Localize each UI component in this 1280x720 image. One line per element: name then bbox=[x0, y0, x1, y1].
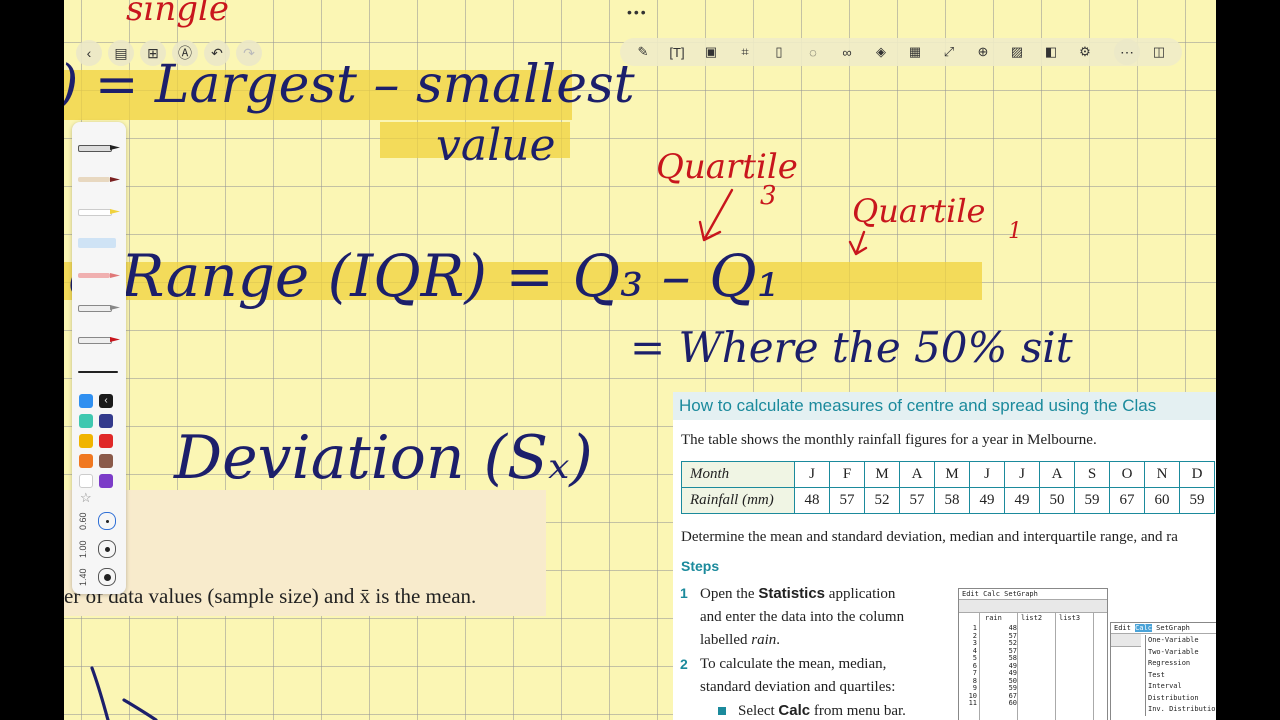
split-view-icon[interactable]: ◧ bbox=[1036, 39, 1066, 65]
table-row: Month J F M A M J J A S O N D bbox=[681, 461, 1215, 488]
expand-icon[interactable]: ⤢ bbox=[934, 39, 964, 65]
layers-icon[interactable]: ◈ bbox=[866, 39, 896, 65]
calc-menu-item[interactable]: Distribution bbox=[1148, 693, 1216, 705]
arrow-q3 bbox=[698, 188, 734, 242]
book-intro: The table shows the monthly rainfall fig… bbox=[681, 432, 1097, 448]
pen-tool-icon[interactable]: ✎ bbox=[628, 39, 658, 65]
texture-pen-icon[interactable] bbox=[78, 232, 118, 254]
calc-menu-item[interactable]: Inv. Distribution bbox=[1148, 704, 1216, 716]
where-note: = Where the 50% sit bbox=[630, 323, 1073, 372]
calc-menu-item[interactable]: Test bbox=[1148, 670, 1216, 682]
ruler-icon[interactable]: ▯ bbox=[764, 39, 794, 65]
sidebar-icon[interactable]: ▤ bbox=[108, 40, 134, 66]
quartile1-number: 1 bbox=[1008, 219, 1022, 244]
back-icon[interactable]: ‹ bbox=[76, 40, 102, 66]
step-2-bullet: Select Calc from menu bar. bbox=[718, 702, 906, 719]
textbook-excerpt[interactable]: How to calculate measures of centre and … bbox=[673, 392, 1216, 720]
size-option-medium[interactable]: 1.00 bbox=[78, 538, 122, 560]
calc-menu-item[interactable]: Interval bbox=[1148, 681, 1216, 693]
pen-palette: ‹ ☆ 0.60 1.00 1.40 bbox=[72, 122, 126, 594]
ocr-icon[interactable]: ▦ bbox=[900, 39, 930, 65]
quartile3-label: Quartile bbox=[656, 147, 798, 187]
color-swatch-orange[interactable] bbox=[79, 454, 93, 468]
steps-heading: Steps bbox=[681, 558, 720, 574]
arrow-q1 bbox=[848, 230, 868, 256]
panel-icon[interactable]: ◫ bbox=[1144, 39, 1174, 65]
color-swatch-white[interactable] bbox=[79, 474, 93, 488]
curve-bottom-left bbox=[90, 666, 110, 720]
image-icon[interactable]: ▣ bbox=[696, 39, 726, 65]
step-2: 2 To calculate the mean, median, standar… bbox=[680, 656, 896, 695]
row-number: 11 bbox=[968, 699, 977, 707]
right-toolbar: ✎ [T] ▣ ⌗ ▯ ◌ ∞ ◈ ▦ ⤢ ⊕ ▨ ◧ ⚙ ⋯ ◫ bbox=[620, 38, 1182, 66]
fountain-pen-icon[interactable] bbox=[78, 136, 120, 158]
row-numbers: 1 2 3 4 5 6 7 8 9 10 11 bbox=[963, 624, 977, 708]
lasso-icon[interactable] bbox=[78, 296, 120, 318]
size-option-large[interactable]: 1.40 bbox=[78, 566, 122, 588]
calculator-screen-data: Edit Calc SetGraph rain list2 list3 1234… bbox=[958, 588, 1108, 720]
settings-icon[interactable]: ⚙ bbox=[1070, 39, 1100, 65]
rain-values: 48 57 52 57 58 49 49 50 59 67 60 bbox=[1003, 624, 1017, 708]
size-option-small[interactable]: 0.60 bbox=[78, 510, 122, 532]
calc-menu-list: One-Variable Two-Variable Regression Test In… bbox=[1145, 635, 1216, 716]
stroke-bottom bbox=[122, 698, 158, 720]
undo-icon[interactable]: ↶ bbox=[204, 40, 230, 66]
color-swatch-brown[interactable] bbox=[99, 454, 113, 468]
color-swatch-teal[interactable] bbox=[79, 414, 93, 428]
color-swatch-purple[interactable] bbox=[99, 474, 113, 488]
range-value: value bbox=[436, 120, 556, 171]
pencil-icon[interactable] bbox=[78, 168, 120, 190]
link-icon[interactable]: ∞ bbox=[832, 39, 862, 65]
book-title: How to calculate measures of centre and … bbox=[673, 392, 1216, 420]
drag-handle-icon[interactable]: ••• bbox=[627, 4, 648, 20]
calc-menu-item[interactable]: Two-Variable bbox=[1148, 647, 1216, 659]
single-word: single bbox=[126, 0, 229, 29]
add-page-icon[interactable]: ⊕ bbox=[968, 39, 998, 65]
table-row: Rainfall (mm) 48 57 52 57 58 49 49 50 59… bbox=[681, 487, 1215, 514]
text-box-icon[interactable]: [T] bbox=[662, 39, 692, 65]
highlighter-icon[interactable] bbox=[78, 200, 120, 222]
eraser-icon[interactable] bbox=[78, 264, 120, 286]
quartile3-number: 3 bbox=[760, 181, 777, 211]
background-icon[interactable]: ▨ bbox=[1002, 39, 1032, 65]
iqr-definition: é Range (IQR) = Q₃ – Q₁ bbox=[68, 242, 780, 310]
marker-icon[interactable]: Ⓐ bbox=[172, 40, 198, 66]
step-1: 1 Open the Statistics application and en… bbox=[680, 585, 905, 648]
calculator-icon-bar bbox=[1111, 634, 1141, 647]
crop-icon[interactable]: ⌗ bbox=[730, 39, 760, 65]
redo-icon[interactable]: ↷ bbox=[236, 40, 262, 66]
calculator-screen-calc-menu: Edit Calc SetGraph One-Variable Two-Varia… bbox=[1110, 622, 1216, 720]
std-deviation: Deviation (Sₓ) bbox=[173, 423, 593, 493]
red-pen-icon[interactable] bbox=[78, 328, 120, 350]
book-determine: Determine the mean and standard deviatio… bbox=[681, 529, 1178, 545]
calc-menu-item[interactable]: Regression bbox=[1148, 658, 1216, 670]
star-icon[interactable]: ☆ bbox=[80, 490, 92, 506]
color-swatch-navy[interactable] bbox=[99, 414, 113, 428]
left-toolbar: ‹ ▤ ⊞ Ⓐ ↶ ↷ bbox=[76, 40, 262, 66]
ruler-pen-icon[interactable] bbox=[78, 360, 118, 382]
color-swatch-blue[interactable] bbox=[79, 394, 93, 408]
calc-menu-item[interactable]: One-Variable bbox=[1148, 635, 1216, 647]
grid-icon[interactable]: ⊞ bbox=[140, 40, 166, 66]
note-canvas[interactable]: er of data values (sample size) and x̄ i… bbox=[64, 0, 1216, 720]
calculator-icon-bar bbox=[959, 600, 1107, 613]
color-swatch-yellow[interactable] bbox=[79, 434, 93, 448]
rain-value: 60 bbox=[1008, 699, 1017, 707]
color-swatch-red[interactable] bbox=[99, 434, 113, 448]
comment-icon[interactable]: ◌ bbox=[798, 39, 828, 65]
more-icon[interactable]: ⋯ bbox=[1114, 39, 1140, 65]
quartile1-label: Quartile bbox=[852, 192, 985, 230]
color-swatch-black[interactable]: ‹ bbox=[99, 394, 113, 408]
rainfall-table: Month J F M A M J J A S O N D Rainfall (… bbox=[681, 461, 1215, 514]
